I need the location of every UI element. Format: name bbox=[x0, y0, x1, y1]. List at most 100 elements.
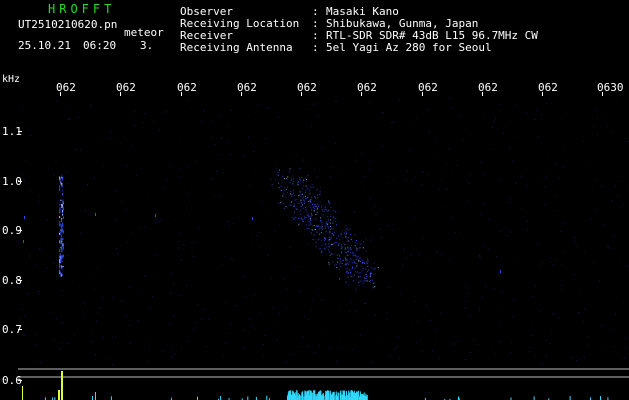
noise-pixel bbox=[273, 307, 275, 309]
noise-pixel bbox=[615, 314, 617, 315]
noise-pixel bbox=[511, 315, 513, 317]
noise-pixel bbox=[626, 337, 628, 339]
noise-pixel bbox=[448, 258, 450, 260]
noise-pixel bbox=[509, 202, 511, 204]
echo-pixel bbox=[348, 261, 350, 263]
noise-pixel bbox=[615, 185, 617, 187]
noise-pixel bbox=[20, 317, 22, 319]
echo-pixel bbox=[293, 217, 295, 219]
power-trace bbox=[22, 371, 609, 400]
echo-pixel bbox=[352, 252, 353, 254]
echo-pixel bbox=[316, 189, 318, 191]
echo-pixel bbox=[313, 200, 315, 202]
echo-pixel bbox=[288, 204, 290, 206]
power-bar bbox=[317, 393, 319, 400]
noise-pixel bbox=[480, 214, 482, 215]
echo-pixel bbox=[315, 242, 317, 243]
info-colon: : bbox=[312, 17, 319, 30]
y-tick-label: 1.1 bbox=[2, 125, 22, 138]
echo-pixel bbox=[315, 206, 317, 208]
noise-pixel bbox=[397, 336, 399, 338]
noise-pixel bbox=[36, 360, 38, 362]
noise-pixel bbox=[426, 305, 427, 307]
noise-pixel bbox=[340, 338, 342, 340]
noise-pixel bbox=[467, 292, 469, 294]
noise-pixel bbox=[381, 236, 382, 238]
noise-pixel bbox=[439, 312, 441, 314]
echo-pixel bbox=[353, 261, 355, 263]
echo-pixel bbox=[332, 217, 334, 219]
noise-pixel bbox=[371, 361, 373, 363]
echo-pixel bbox=[318, 225, 320, 227]
echo-pixel bbox=[62, 213, 64, 216]
echo-pixel bbox=[293, 192, 295, 194]
echo-pixel bbox=[341, 234, 343, 236]
echo-pixel bbox=[301, 197, 303, 199]
noise-pixel bbox=[531, 326, 532, 328]
echo-pixel bbox=[302, 220, 304, 222]
echo-pixel bbox=[347, 229, 349, 231]
echo-pixel bbox=[319, 233, 321, 235]
echo-pixel bbox=[326, 209, 328, 211]
noise-pixel bbox=[508, 353, 509, 355]
noise-pixel bbox=[338, 222, 340, 223]
noise-pixel bbox=[573, 274, 575, 276]
noise-pixel bbox=[111, 337, 113, 339]
noise-pixel bbox=[354, 241, 356, 243]
echo-pixel bbox=[300, 213, 302, 215]
noise-pixel bbox=[285, 361, 287, 363]
noise-pixel bbox=[531, 335, 533, 337]
noise-pixel bbox=[307, 243, 309, 245]
noise-pixel bbox=[465, 359, 467, 361]
info-key-receiver: Receiver bbox=[180, 29, 233, 42]
noise-pixel bbox=[545, 340, 547, 342]
noise-pixel bbox=[484, 114, 485, 116]
noise-pixel bbox=[335, 100, 337, 102]
echo-pixel bbox=[344, 248, 346, 250]
noise-pixel bbox=[178, 300, 180, 302]
echo-pixel bbox=[348, 272, 350, 274]
echo-pixel bbox=[292, 178, 294, 180]
echo-pixel bbox=[330, 244, 332, 246]
echo-pixel bbox=[287, 176, 289, 178]
echo-pixel bbox=[285, 196, 287, 198]
echo-pixel bbox=[334, 218, 336, 220]
noise-pixel bbox=[599, 279, 601, 281]
noise-pixel bbox=[66, 171, 67, 173]
noise-pixel bbox=[578, 291, 580, 293]
echo-pixel bbox=[62, 246, 64, 250]
noise-pixel bbox=[202, 309, 204, 311]
noise-pixel bbox=[392, 229, 394, 231]
noise-pixel bbox=[116, 190, 118, 192]
noise-pixel bbox=[113, 136, 115, 138]
echo-pixel bbox=[308, 219, 310, 221]
noise-pixel bbox=[58, 199, 60, 201]
noise-pixel bbox=[458, 115, 460, 117]
echo-pixel bbox=[350, 275, 352, 277]
echo-pixel bbox=[328, 200, 330, 202]
noise-pixel bbox=[469, 135, 471, 137]
echo-pixel bbox=[364, 278, 366, 280]
echo-pixel bbox=[316, 245, 317, 247]
noise-pixel bbox=[363, 303, 365, 304]
noise-pixel bbox=[538, 244, 539, 246]
noise-pixel bbox=[452, 107, 454, 109]
echo-pixel bbox=[340, 266, 342, 267]
power-bar bbox=[350, 392, 352, 400]
echo-pixel bbox=[61, 237, 63, 241]
noise-pixel bbox=[467, 199, 469, 201]
noise-pixel bbox=[57, 268, 59, 270]
power-bar bbox=[305, 393, 307, 400]
echo-pixel bbox=[289, 182, 291, 184]
noise-pixel bbox=[481, 297, 483, 299]
echo-pixel bbox=[59, 216, 61, 218]
echo-pixel bbox=[308, 221, 310, 223]
echo-pixel bbox=[370, 273, 372, 274]
noise-pixel bbox=[388, 175, 390, 177]
noise-pixel bbox=[350, 301, 352, 303]
noise-pixel bbox=[417, 254, 419, 256]
echo-pixel bbox=[60, 203, 62, 206]
noise-pixel bbox=[47, 220, 48, 221]
echo-pixel bbox=[320, 202, 322, 204]
echo-pixel bbox=[24, 216, 25, 219]
